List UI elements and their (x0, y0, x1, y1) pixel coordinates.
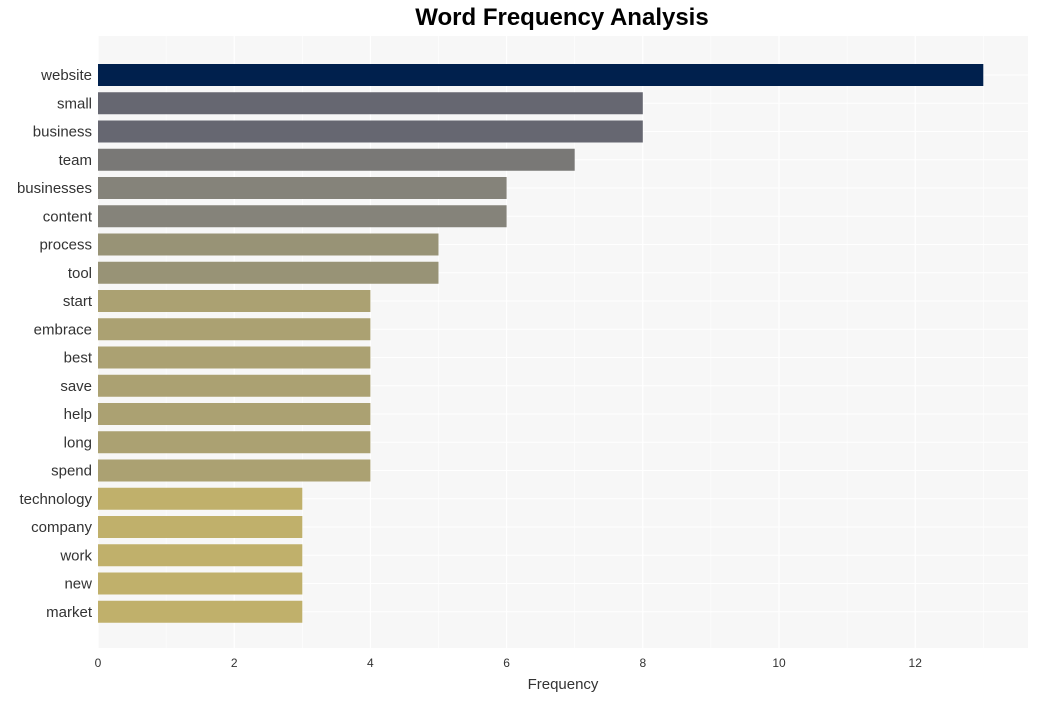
x-tick-label: 4 (367, 656, 374, 670)
bar-long (98, 431, 371, 454)
bar-work (98, 544, 303, 567)
bar-team (98, 148, 575, 171)
bar-market (98, 600, 303, 623)
bar-save (98, 374, 371, 397)
bar-help (98, 403, 371, 425)
bar-business (98, 120, 643, 143)
x-tick-label: 0 (95, 656, 102, 670)
bar-company (98, 516, 303, 538)
y-tick-label: market (46, 604, 93, 621)
y-tick-label: embrace (34, 321, 92, 338)
x-tick-label: 12 (909, 656, 923, 670)
y-tick-label: technology (19, 491, 92, 508)
x-axis-label: Frequency (528, 676, 599, 693)
y-tick-label: save (60, 378, 92, 395)
y-tick-label: team (59, 152, 92, 169)
bar-embrace (98, 318, 371, 341)
y-tick-label: long (64, 434, 92, 451)
y-tick-label: spend (51, 463, 92, 480)
bar-new (98, 572, 303, 595)
y-tick-label: best (64, 350, 93, 367)
bar-process (98, 233, 439, 256)
y-tick-label: new (64, 576, 92, 593)
bar-chart: website small business team businesses conten… (17, 36, 1028, 693)
x-tick-label: 10 (772, 656, 786, 670)
y-tick-label: work (59, 547, 92, 564)
bar-tool (98, 261, 439, 284)
y-tick-label: business (33, 124, 92, 141)
y-tick-label: process (39, 237, 92, 254)
y-axis-labels: website small business team businesses conten… (17, 67, 93, 621)
bar-website (98, 64, 984, 86)
y-tick-label: company (31, 519, 92, 536)
y-tick-label: website (40, 67, 92, 84)
bar-small (98, 92, 643, 115)
y-tick-label: content (43, 208, 93, 225)
x-tick-label: 6 (503, 656, 510, 670)
y-tick-label: tool (68, 265, 92, 282)
bar-best (98, 346, 371, 369)
x-axis-ticks: 0 2 4 6 8 10 12 (95, 656, 923, 670)
bar-content (98, 205, 507, 228)
y-tick-label: businesses (17, 180, 92, 197)
x-tick-label: 8 (639, 656, 646, 670)
bar-start (98, 290, 371, 312)
bar-technology (98, 487, 303, 510)
y-tick-label: start (63, 293, 93, 310)
bar-businesses (98, 177, 507, 199)
y-tick-label: small (57, 95, 92, 112)
bar-spend (98, 459, 371, 482)
x-tick-label: 2 (231, 656, 238, 670)
y-tick-label: help (64, 406, 92, 423)
